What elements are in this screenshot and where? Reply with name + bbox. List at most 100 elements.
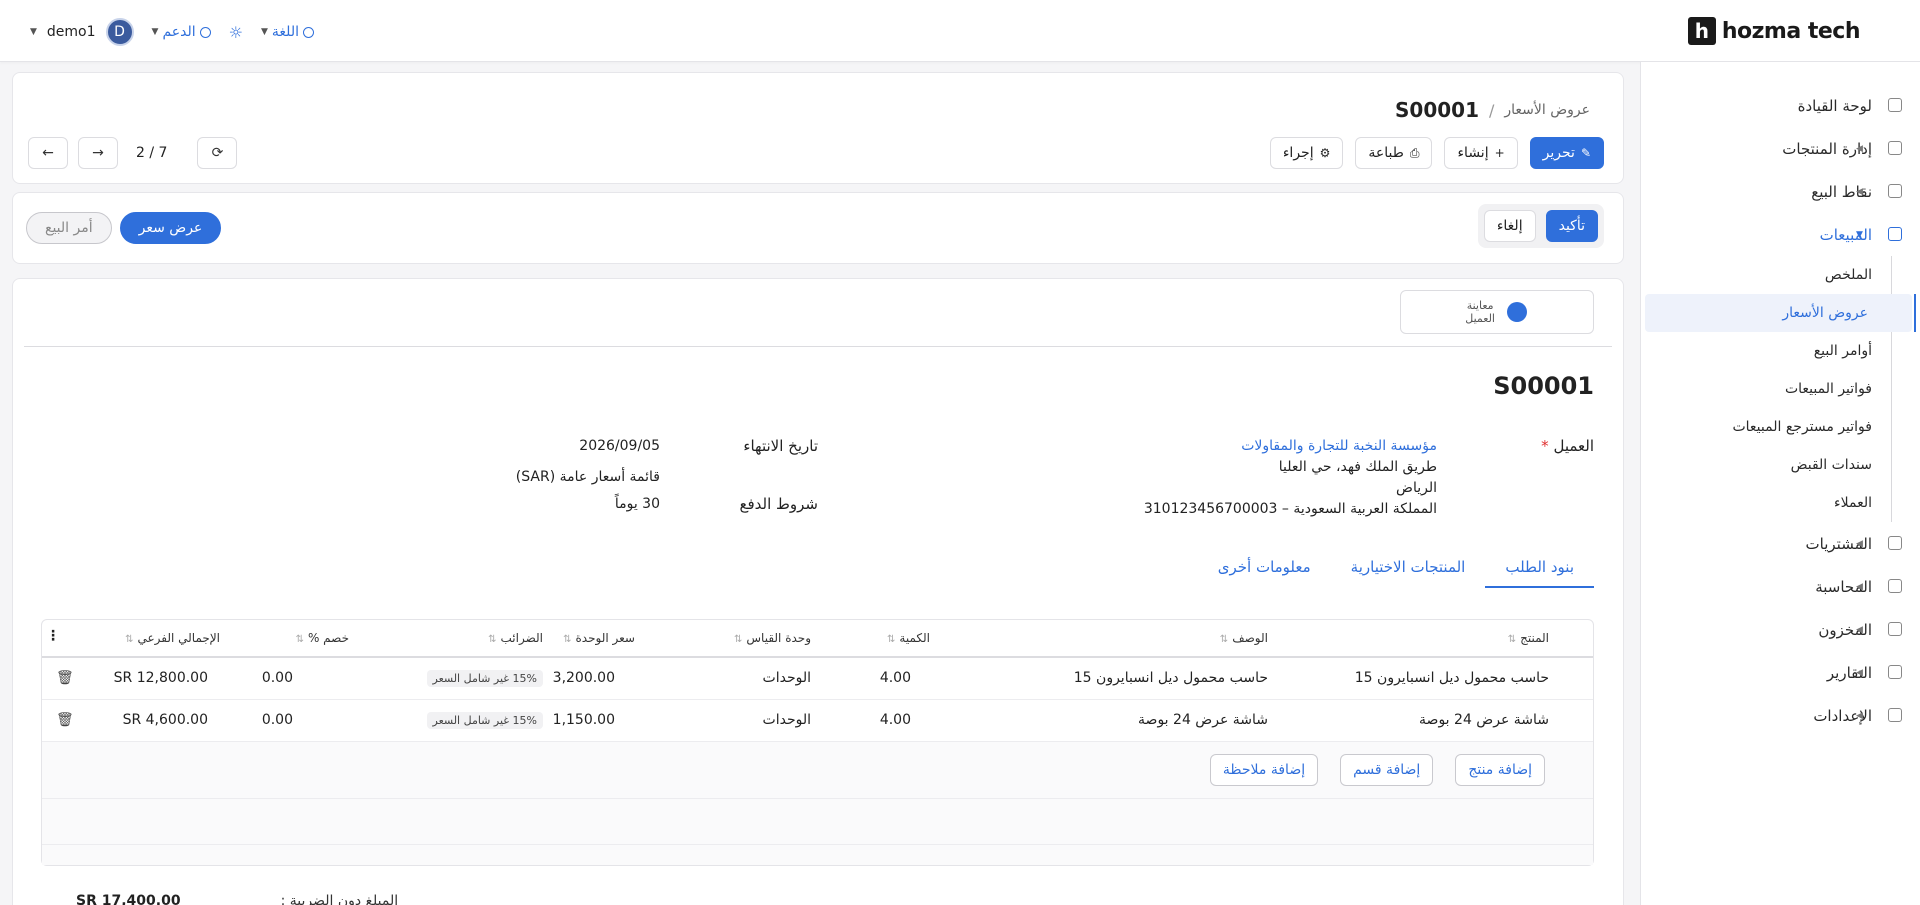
print-button[interactable]: ⎙ طباعة bbox=[1355, 137, 1433, 169]
sidebar-item-sales[interactable]: المبيعات ▼ bbox=[1641, 213, 1920, 256]
confirm-button[interactable]: تأكيد bbox=[1545, 210, 1598, 242]
chevron-left-icon: ◀ bbox=[1856, 667, 1863, 678]
action-button[interactable]: ⚙ إجراء bbox=[1269, 137, 1344, 169]
sidebar-subitem-quotations[interactable]: عروض الأسعار bbox=[1645, 294, 1916, 332]
cell-uom: الوحدات bbox=[762, 670, 811, 686]
cell-quantity: 4.00 bbox=[879, 712, 911, 728]
brand-name: hozma tech bbox=[1721, 18, 1861, 44]
add-note-button[interactable]: إضافة ملاحظة bbox=[1209, 754, 1319, 786]
state-button-group: تأكيد إلغاء bbox=[1477, 204, 1604, 248]
theme-toggle-sun-icon[interactable]: ☼ bbox=[229, 23, 243, 42]
language-label: اللغة bbox=[271, 24, 299, 40]
chevron-left-icon: ◀ bbox=[1856, 710, 1863, 721]
sort-icon: ⇅ bbox=[488, 634, 497, 645]
username: demo1 bbox=[46, 24, 96, 40]
globe-icon bbox=[302, 26, 314, 38]
sidebar-subitem-customers[interactable]: العملاء bbox=[1641, 484, 1920, 522]
cell-unit-price: 1,150.00 bbox=[552, 712, 615, 728]
column-options-icon[interactable]: ⋮ bbox=[46, 628, 60, 644]
trash-icon[interactable]: 🗑 bbox=[56, 712, 74, 728]
status-step-sale-order[interactable]: أمر البيع bbox=[26, 212, 112, 244]
sidebar-subitem-summary[interactable]: الملخص bbox=[1641, 256, 1920, 294]
chevron-down-icon: ▼ bbox=[1856, 229, 1863, 240]
create-button[interactable]: + إنشاء bbox=[1444, 137, 1518, 169]
sidebar-subitem-receipts[interactable]: سندات القبض bbox=[1641, 446, 1920, 484]
breadcrumb-current: S00001 bbox=[1395, 98, 1479, 122]
column-header-unit-price[interactable]: سعر الوحدة⇅ bbox=[563, 631, 635, 645]
tab-other-info[interactable]: معلومات أخرى bbox=[1198, 552, 1331, 588]
expiry-date-label: تاريخ الانتهاء bbox=[743, 437, 818, 455]
cell-description: حاسب محمول ديل انسبايرون 15 bbox=[1073, 670, 1268, 686]
arrow-left-icon: ← bbox=[42, 145, 54, 161]
accounting-icon bbox=[1888, 579, 1902, 593]
edit-button[interactable]: ✎ تحرير bbox=[1529, 137, 1604, 169]
column-header-uom[interactable]: وحدة القياس⇅ bbox=[734, 631, 811, 645]
customer-preview-button[interactable]: معاينة العميل bbox=[1400, 290, 1594, 334]
column-header-taxes[interactable]: الضرائب⇅ bbox=[488, 631, 543, 645]
cell-product[interactable]: شاشة عرض 24 بوصة bbox=[1419, 712, 1549, 728]
purchases-icon bbox=[1888, 536, 1902, 550]
cell-taxes: 15% غير شامل السعر bbox=[426, 712, 543, 729]
sidebar-item-accounting[interactable]: المحاسبة ◀ bbox=[1641, 565, 1920, 608]
column-header-product[interactable]: المنتج⇅ bbox=[1508, 631, 1549, 645]
cancel-button[interactable]: إلغاء bbox=[1483, 210, 1536, 242]
topbar-controls: ▼ demo1 D ▼ الدعم ☼ ▼ اللغة bbox=[30, 18, 314, 46]
pricelist-value[interactable]: قائمة أسعار عامة (SAR) bbox=[516, 469, 660, 485]
column-header-description[interactable]: الوصف⇅ bbox=[1220, 631, 1268, 645]
table-row[interactable]: حاسب محمول ديل انسبايرون 15 حاسب محمول د… bbox=[42, 658, 1593, 700]
breadcrumb-parent[interactable]: عروض الأسعار bbox=[1504, 102, 1590, 118]
language-menu[interactable]: ▼ اللغة bbox=[261, 24, 314, 40]
column-header-quantity[interactable]: الكمية⇅ bbox=[887, 631, 930, 645]
empty-row bbox=[42, 845, 1593, 865]
sidebar-item-products[interactable]: إدارة المنتجات ◀ bbox=[1641, 127, 1920, 170]
sidebar-item-dashboard[interactable]: لوحة القيادة bbox=[1641, 84, 1920, 127]
column-header-subtotal[interactable]: الإجمالي الفرعي⇅ bbox=[125, 631, 220, 645]
add-section-button[interactable]: إضافة قسم bbox=[1340, 754, 1434, 786]
dashboard-icon bbox=[1888, 98, 1902, 112]
sort-icon: ⇅ bbox=[1507, 634, 1517, 645]
tab-order-lines[interactable]: بنود الطلب bbox=[1485, 552, 1594, 588]
tax-badge: 15% غير شامل السعر bbox=[426, 712, 543, 729]
pencil-icon: ✎ bbox=[1580, 146, 1591, 160]
status-step-quotation[interactable]: عرض سعر bbox=[119, 212, 222, 244]
sort-icon: ⇅ bbox=[1219, 634, 1229, 645]
cell-product[interactable]: حاسب محمول ديل انسبايرون 15 bbox=[1355, 670, 1549, 686]
user-menu[interactable]: ▼ demo1 D bbox=[30, 18, 134, 46]
tab-optional-products[interactable]: المنتجات الاختيارية bbox=[1331, 552, 1486, 588]
payment-terms-label: شروط الدفع bbox=[739, 495, 819, 513]
support-menu[interactable]: ▼ الدعم bbox=[152, 24, 211, 40]
sort-icon: ⇅ bbox=[734, 634, 743, 645]
trash-icon[interactable]: 🗑 bbox=[56, 670, 74, 686]
customer-name-link[interactable]: مؤسسة النخبة للتجارة والمقاولات bbox=[1241, 438, 1437, 454]
sidebar-subitem-invoices[interactable]: فواتير المبيعات bbox=[1641, 370, 1920, 408]
table-row[interactable]: شاشة عرض 24 بوصة شاشة عرض 24 بوصة 4.00 ا… bbox=[42, 700, 1593, 742]
breadcrumb: عروض الأسعار / S00001 bbox=[1395, 98, 1590, 122]
next-record-button[interactable]: → bbox=[78, 137, 118, 169]
preview-line1: معاينة bbox=[1466, 299, 1494, 312]
arrow-right-icon: → bbox=[92, 145, 104, 161]
column-header-discount[interactable]: خصم %⇅ bbox=[296, 631, 349, 645]
sidebar-subitem-sale-orders[interactable]: أوامر البيع bbox=[1641, 332, 1920, 370]
sidebar-item-purchases[interactable]: المشتريات ◀ bbox=[1641, 522, 1920, 565]
brand-logo[interactable]: h hozma tech bbox=[1687, 16, 1861, 46]
payment-terms-value[interactable]: 30 يوماً bbox=[615, 496, 660, 512]
chevron-left-icon: ◀ bbox=[1856, 581, 1863, 592]
sidebar-item-label: المخزون bbox=[1818, 620, 1872, 639]
sidebar-subitem-refunds[interactable]: فواتير مسترجع المبيعات bbox=[1641, 408, 1920, 446]
record-pager: ← → 2 / 7 ⟳ bbox=[28, 137, 238, 169]
sidebar-item-reports[interactable]: التقارير ◀ bbox=[1641, 651, 1920, 694]
form-tabs: بنود الطلب المنتجات الاختيارية معلومات أ… bbox=[1198, 552, 1594, 588]
customer-address-line3: المملكة العربية السعودية – 3101234567000… bbox=[1143, 501, 1437, 517]
sidebar-item-inventory[interactable]: المخزون ◀ bbox=[1641, 608, 1920, 651]
add-product-button[interactable]: إضافة منتج bbox=[1455, 754, 1545, 786]
sidebar-item-settings[interactable]: الإعدادات ◀ bbox=[1641, 694, 1920, 737]
refresh-button[interactable]: ⟳ bbox=[197, 137, 238, 169]
sidebar: لوحة القيادة إدارة المنتجات ◀ نقاط البيع… bbox=[1640, 62, 1920, 905]
tax-badge: 15% غير شامل السعر bbox=[426, 670, 543, 687]
sidebar-item-label: المحاسبة bbox=[1815, 577, 1872, 596]
preview-line2: العميل bbox=[1465, 312, 1495, 325]
previous-record-button[interactable]: ← bbox=[28, 137, 68, 169]
sidebar-item-pos[interactable]: نقاط البيع ◀ bbox=[1641, 170, 1920, 213]
customer-label: العميل * bbox=[1541, 437, 1594, 455]
expiry-date-value[interactable]: 2026/09/05 bbox=[579, 438, 660, 454]
